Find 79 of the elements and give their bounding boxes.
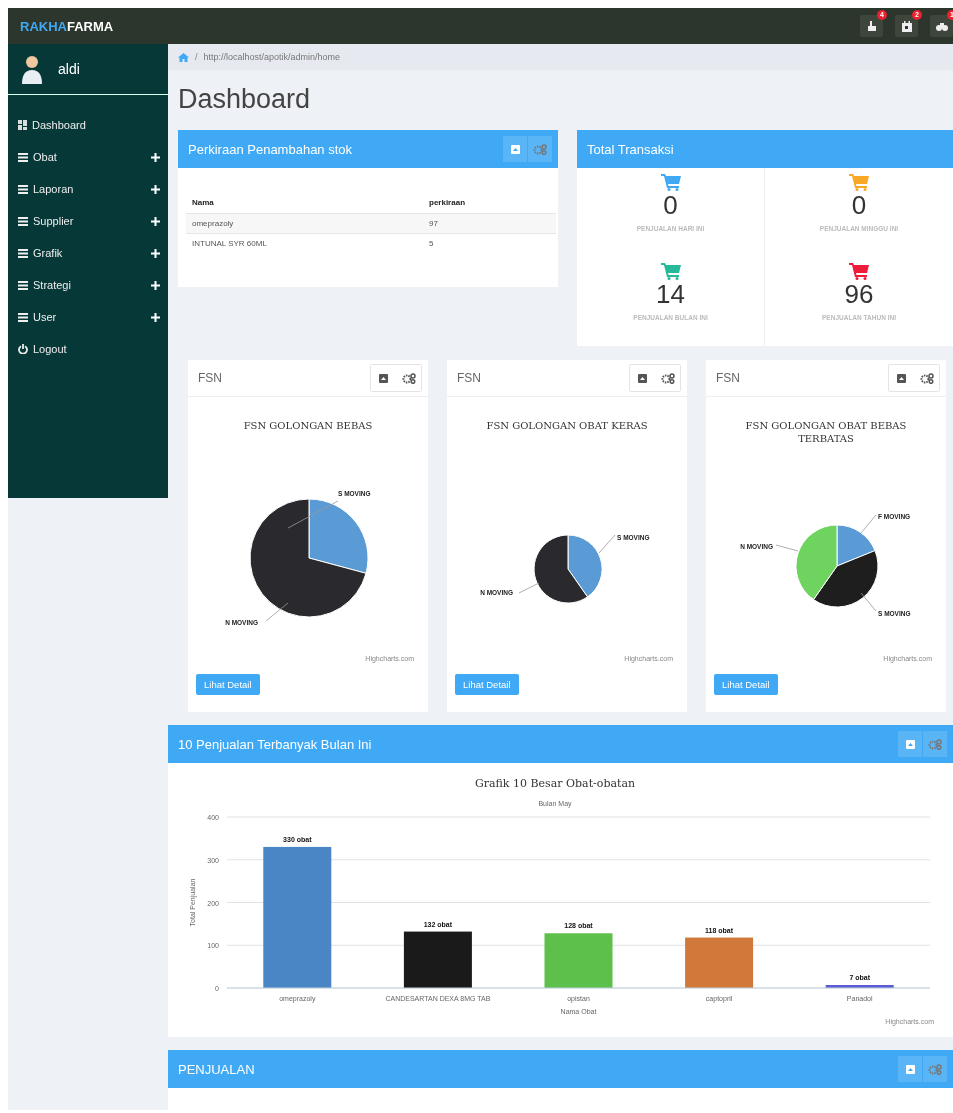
collapse-icon — [905, 739, 915, 749]
table-cell: 97 — [423, 213, 556, 234]
leader-line — [775, 544, 799, 552]
stat-value: 96 — [844, 280, 874, 308]
leader-line — [287, 500, 339, 529]
calendar-icon — [901, 20, 912, 32]
leader-line — [598, 534, 616, 554]
panel-title: Perkiraan Penambahan stok — [188, 141, 353, 157]
gears-icon — [401, 372, 416, 384]
plus-icon — [151, 280, 160, 290]
gears-icon — [660, 372, 675, 384]
dashboard-icon — [18, 120, 27, 130]
column-header: Nama — [186, 192, 423, 214]
collapse-icon — [510, 144, 520, 154]
menu-icon — [18, 216, 28, 226]
chart-title: FSN GOLONGAN BEBAS — [242, 419, 374, 433]
sidebar-item[interactable]: Dashboard — [8, 109, 168, 141]
stat-value: 0 — [663, 191, 678, 219]
gears-icon — [919, 372, 934, 384]
leader-line — [860, 592, 877, 612]
panel-title: PENJUALAN — [178, 1061, 255, 1077]
notification-button[interactable] — [930, 15, 953, 37]
stat-value: 0 — [851, 191, 867, 219]
sidebar-item[interactable]: Grafik — [8, 237, 168, 269]
plus-icon — [151, 216, 160, 226]
notification-button[interactable] — [895, 15, 918, 37]
page-title: Dashboard — [177, 83, 312, 116]
panel-title: FSN — [198, 371, 222, 385]
panel-title: 10 Penjualan Terbanyak Bulan Ini — [178, 736, 372, 752]
menu-icon — [18, 312, 28, 322]
pie-chart-drawing — [533, 534, 603, 604]
hand-icon — [866, 20, 877, 32]
collapse-icon — [379, 373, 388, 383]
bar — [403, 931, 472, 988]
collapse-icon — [905, 1064, 915, 1074]
sidebar-item[interactable]: User — [8, 301, 168, 333]
leader-line — [265, 602, 289, 622]
chart-title: FSN GOLONGAN OBAT KERAS — [485, 419, 649, 433]
bar — [544, 933, 613, 988]
menu-icon — [18, 152, 28, 162]
avatar-icon — [20, 54, 44, 84]
collapse-icon — [897, 373, 906, 383]
sidebar-item[interactable]: Obat — [8, 141, 168, 173]
stat-value: 14 — [656, 280, 685, 308]
panel-title: FSN — [457, 371, 481, 385]
plus-icon — [151, 312, 160, 322]
plus-icon — [151, 184, 160, 194]
bar — [685, 937, 754, 988]
chart-title: FSN GOLONGAN OBAT BEBAS TERBATAS — [744, 419, 908, 446]
sidebar-item[interactable]: Logout — [8, 333, 168, 365]
chart-title: Grafik 10 Besar Obat-obatan — [474, 777, 636, 790]
brand-logo[interactable]: RAKHAFARMA — [20, 18, 114, 34]
collapse-icon — [638, 373, 647, 383]
sidebar-item[interactable]: Supplier — [8, 205, 168, 237]
user-name: aldi — [58, 61, 80, 77]
table-cell: 5 — [423, 233, 556, 253]
leader-line — [518, 582, 540, 594]
breadcrumb-separator: / — [195, 52, 198, 62]
panel-title: FSN — [716, 371, 740, 385]
menu-icon — [18, 280, 28, 290]
sidebar-item[interactable]: Strategi — [8, 269, 168, 301]
gears-icon — [533, 143, 547, 155]
table-cell: INTUNAL SYR 60ML — [186, 233, 423, 253]
menu-icon — [18, 248, 28, 258]
menu-icon — [18, 184, 28, 194]
bar — [825, 985, 894, 988]
gears-icon — [928, 1063, 942, 1075]
column-header: perkiraan — [423, 192, 556, 214]
table-cell: omeprazoly — [186, 213, 423, 234]
sidebar-item[interactable]: Laporan — [8, 173, 168, 205]
notification-button[interactable] — [860, 15, 883, 37]
leader-line — [860, 514, 877, 534]
power-icon — [18, 344, 28, 354]
plus-icon — [151, 152, 160, 162]
panel-title: Total Transaksi — [587, 141, 674, 157]
binoculars-icon — [935, 21, 948, 31]
plus-icon — [151, 248, 160, 258]
gears-icon — [928, 738, 942, 750]
breadcrumb-link[interactable]: http://localhost/apotik/admin/home — [203, 52, 341, 62]
